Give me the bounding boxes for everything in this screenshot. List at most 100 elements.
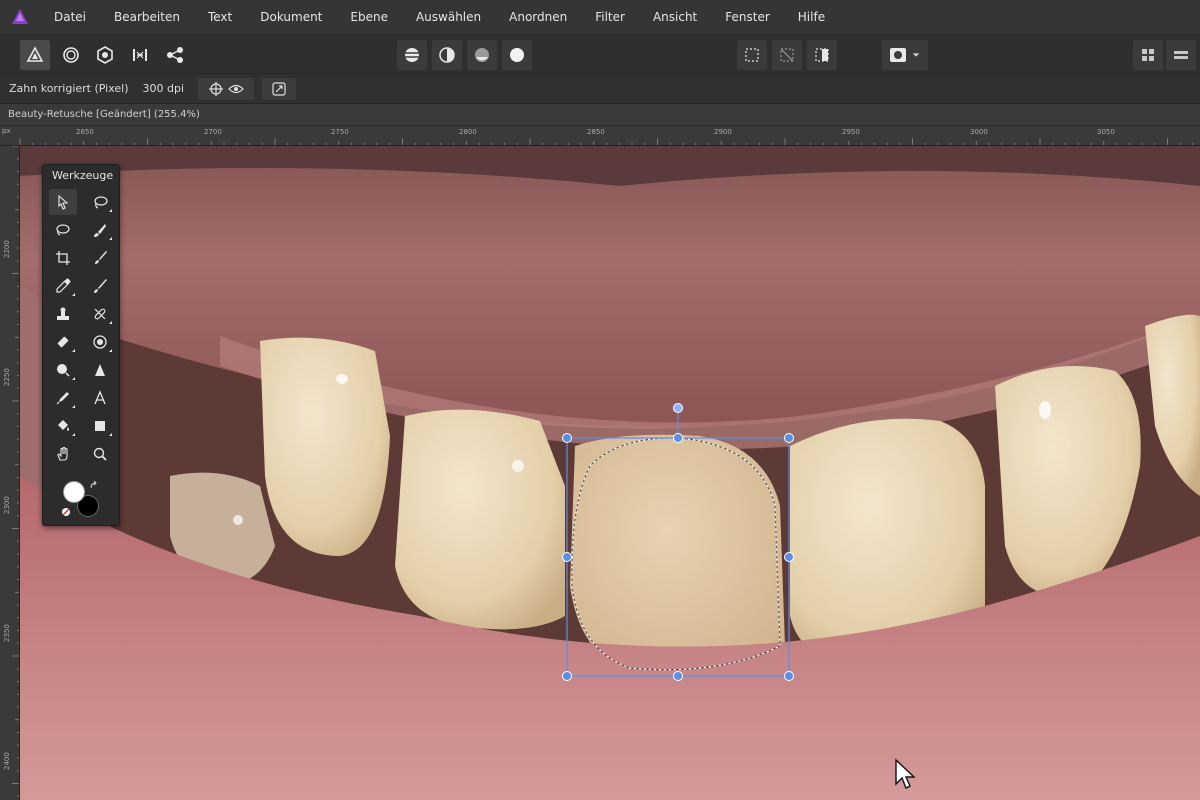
pixel-brush-icon — [94, 279, 107, 293]
context-toolbar: Zahn korrigiert (Pixel) 300 dpi — [0, 74, 1200, 104]
swap-colors-icon[interactable] — [89, 481, 99, 491]
pen-tool[interactable] — [49, 385, 77, 411]
handle-top-left[interactable] — [562, 433, 572, 443]
vertical-ruler[interactable]: 2200 2250 2300 2350 2400 — [0, 146, 20, 800]
export-persona-button[interactable] — [160, 40, 190, 70]
eraser-icon — [57, 336, 69, 348]
menu-bearbeiten[interactable]: Bearbeiten — [100, 0, 194, 34]
ruler-label-2650: 2650 — [76, 128, 94, 136]
affinity-photo-logo-icon[interactable] — [0, 0, 40, 34]
ruler-label-2700: 2700 — [204, 128, 222, 136]
sharpen-tool-icon — [95, 364, 105, 376]
eyedropper-tool[interactable] — [49, 273, 77, 299]
fill-tool-icon — [58, 420, 69, 431]
document-title: Beauty-Retusche [Geändert] (255.4%) — [8, 109, 200, 120]
zoom-tool[interactable] — [86, 441, 114, 467]
panel-toggle-icon — [1174, 51, 1188, 59]
clone-tool-icon — [57, 307, 69, 320]
auto-levels-button[interactable] — [397, 40, 427, 70]
resolution-label: 300 dpi — [142, 82, 185, 95]
eyedropper-icon — [56, 278, 71, 293]
fill-tool[interactable] — [49, 413, 77, 439]
liquify-persona-button[interactable] — [56, 40, 86, 70]
lasso-icon — [56, 224, 70, 236]
selection-invert-button[interactable] — [807, 40, 837, 70]
document-tab[interactable]: Beauty-Retusche [Geändert] (255.4%) — [0, 104, 1200, 126]
menu-filter[interactable]: Filter — [581, 0, 639, 34]
auto-white-balance-icon — [510, 48, 524, 62]
menu-dokument[interactable]: Dokument — [246, 0, 336, 34]
handle-middle-right[interactable] — [784, 552, 794, 562]
auto-colors-button[interactable] — [467, 40, 497, 70]
menu-datei[interactable]: Datei — [40, 0, 100, 34]
selection-rectangle-button[interactable] — [737, 40, 767, 70]
develop-persona-icon — [97, 46, 113, 64]
snapping-icon — [272, 82, 286, 96]
auto-contrast-button[interactable] — [432, 40, 462, 70]
handle-bottom-left[interactable] — [562, 671, 572, 681]
develop-persona-button[interactable] — [90, 40, 120, 70]
menu-auswaehlen[interactable]: Auswählen — [402, 0, 495, 34]
menu-text[interactable]: Text — [194, 0, 246, 34]
primary-color-swatch[interactable] — [63, 481, 85, 503]
sharpen-tool[interactable] — [86, 357, 114, 383]
toolbar — [0, 34, 1200, 74]
menu-hilfe[interactable]: Hilfe — [784, 0, 839, 34]
rotate-handle[interactable] — [673, 403, 683, 413]
crosshair-icon — [209, 82, 223, 96]
ruler-label-2950: 2950 — [842, 128, 860, 136]
auto-levels-icon — [405, 48, 419, 62]
auto-contrast-icon — [439, 47, 455, 63]
crop-tool[interactable] — [49, 245, 77, 271]
eraser-tool[interactable] — [49, 329, 77, 355]
horizontal-ruler[interactable]: px 2650 2700 2750 2800 2850 2900 2950 30… — [0, 126, 1200, 146]
tone-mapping-persona-button[interactable] — [125, 40, 155, 70]
blur-tool-icon — [57, 364, 70, 377]
menu-ansicht[interactable]: Ansicht — [639, 0, 711, 34]
handle-bottom-middle[interactable] — [673, 671, 683, 681]
handle-top-right[interactable] — [784, 433, 794, 443]
handle-bottom-right[interactable] — [784, 671, 794, 681]
quick-mask-button[interactable] — [882, 40, 928, 70]
transform-options-button[interactable] — [198, 78, 254, 100]
move-tool[interactable] — [49, 189, 77, 215]
freehand-selection-tool[interactable] — [86, 189, 114, 215]
shape-tool[interactable] — [86, 413, 114, 439]
panel-toggle-button[interactable] — [1166, 40, 1196, 70]
ruler-label-3050: 3050 — [1097, 128, 1115, 136]
paint-brush-icon — [95, 251, 107, 264]
hand-tool[interactable] — [49, 441, 77, 467]
menu-ebene[interactable]: Ebene — [336, 0, 402, 34]
no-color-icon[interactable] — [61, 507, 71, 517]
auto-white-balance-button[interactable] — [502, 40, 532, 70]
grid-view-button[interactable] — [1133, 40, 1163, 70]
pixel-brush-tool[interactable] — [86, 273, 114, 299]
healing-brush-tool[interactable] — [86, 301, 114, 327]
selection-none-button[interactable] — [772, 40, 802, 70]
document-canvas[interactable] — [20, 146, 1200, 800]
liquify-persona-icon — [63, 47, 79, 63]
pen-tool-icon — [56, 392, 69, 405]
ruler-label-2200: 2200 — [3, 240, 11, 258]
dodge-tool[interactable] — [86, 329, 114, 355]
blur-tool[interactable] — [49, 357, 77, 383]
menu-anordnen[interactable]: Anordnen — [495, 0, 581, 34]
handle-middle-left[interactable] — [562, 552, 572, 562]
chevron-down-icon — [912, 53, 920, 57]
selection-none-icon — [780, 48, 794, 62]
ruler-label-3000: 3000 — [970, 128, 988, 136]
tools-panel-title: Werkzeuge — [52, 169, 114, 182]
ruler-label-2350: 2350 — [3, 624, 11, 642]
dodge-tool-icon — [93, 335, 107, 349]
photo-persona-button[interactable] — [20, 40, 50, 70]
handle-top-middle[interactable] — [673, 433, 683, 443]
move-tool-icon — [58, 194, 69, 210]
menu-fenster[interactable]: Fenster — [711, 0, 784, 34]
color-swatches — [61, 479, 105, 519]
text-tool[interactable] — [86, 385, 114, 411]
lasso-tool[interactable] — [49, 217, 77, 243]
clone-tool[interactable] — [49, 301, 77, 327]
paint-brush-tool[interactable] — [86, 245, 114, 271]
snapping-button[interactable] — [262, 78, 296, 100]
selection-brush-tool[interactable] — [86, 217, 114, 243]
